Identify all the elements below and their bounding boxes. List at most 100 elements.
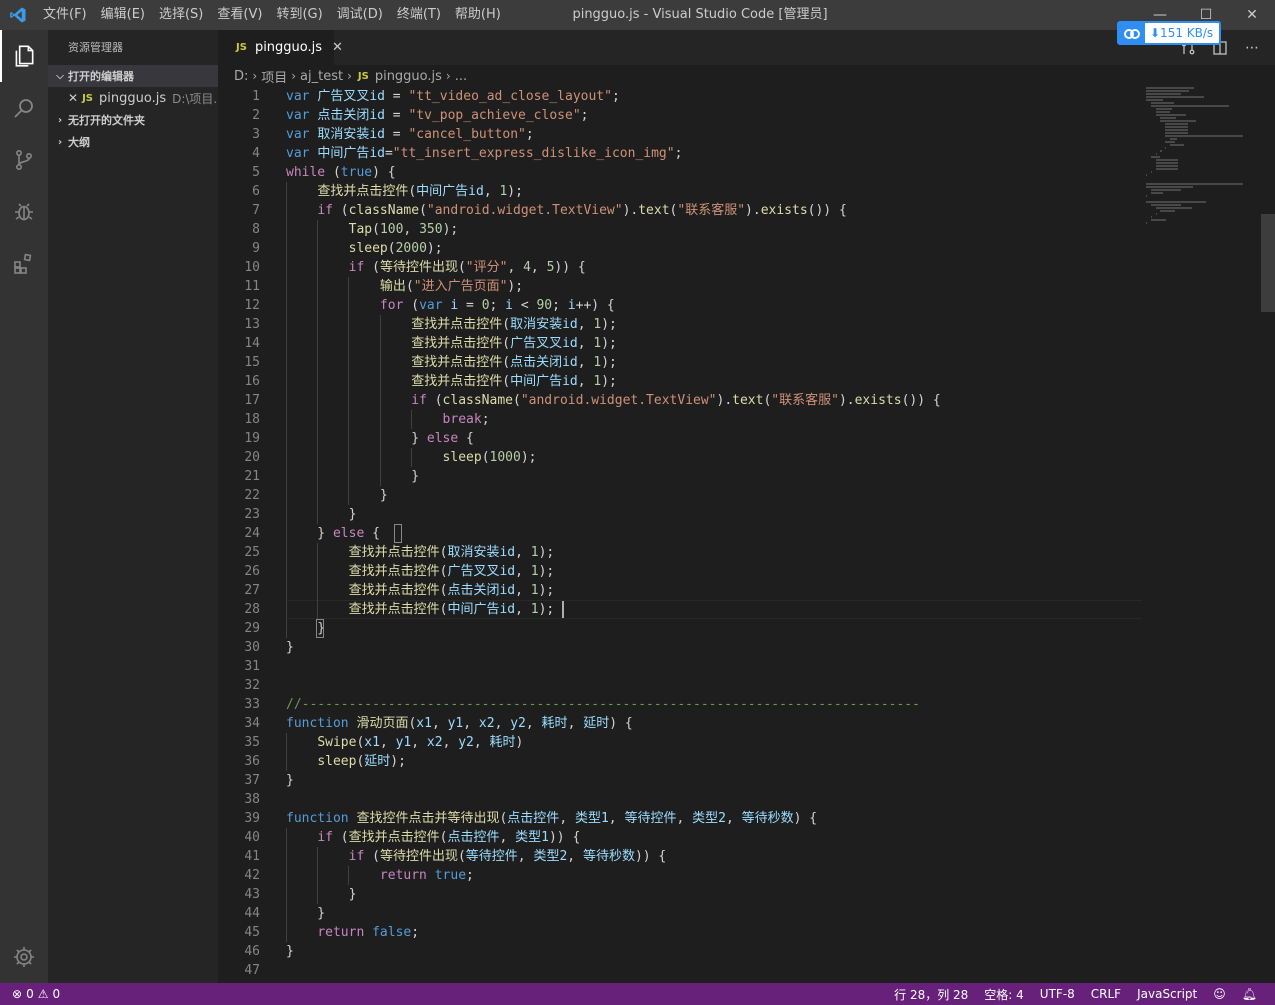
menu-item[interactable]: 转到(G) bbox=[269, 0, 329, 30]
code-line[interactable]: 28 查找并点击控件(中间广告id, 1); bbox=[218, 600, 1275, 619]
search-icon[interactable] bbox=[0, 82, 48, 134]
explorer-icon[interactable] bbox=[0, 30, 48, 82]
code-line[interactable]: 3 var 取消安装id = "cancel_button"; bbox=[218, 125, 1275, 144]
cursor-position[interactable]: 行 28，列 28 bbox=[886, 986, 976, 1003]
code-line[interactable]: 27 查找并点击控件(点击关闭id, 1); bbox=[218, 581, 1275, 600]
line-ending[interactable]: CRLF bbox=[1083, 987, 1129, 1001]
code-line[interactable]: 14 查找并点击控件(广告叉叉id, 1); bbox=[218, 334, 1275, 353]
line-number: 46 bbox=[244, 944, 260, 959]
code-line[interactable]: 2 var 点击关闭id = "tv_pop_achieve_close"; bbox=[218, 106, 1275, 125]
code-line[interactable]: 6 查找并点击控件(中间广告id, 1); bbox=[218, 182, 1275, 201]
breadcrumb-subfolder[interactable]: aj_test bbox=[300, 69, 343, 84]
code-line[interactable]: 17 if (className("android.widget.TextVie… bbox=[218, 391, 1275, 410]
code-line[interactable]: 36 sleep(延时); bbox=[218, 752, 1275, 771]
feedback-icon[interactable]: ☺ bbox=[1205, 987, 1234, 1001]
tab-close-icon[interactable]: ✕ bbox=[332, 40, 343, 55]
no-folder-section[interactable]: › 无打开的文件夹 bbox=[48, 109, 218, 131]
chevron-right-icon: › bbox=[291, 69, 297, 83]
language-mode[interactable]: JavaScript bbox=[1129, 987, 1205, 1001]
code-line[interactable]: 43 } bbox=[218, 885, 1275, 904]
line-number: 15 bbox=[244, 355, 260, 370]
menu-item[interactable]: 编辑(E) bbox=[94, 0, 152, 30]
line-number: 7 bbox=[252, 203, 260, 218]
code-line[interactable]: 15 查找并点击控件(点击关闭id, 1); bbox=[218, 353, 1275, 372]
tab-pingguo-js[interactable]: JS pingguo.js ✕ bbox=[218, 30, 343, 65]
code-line[interactable]: 9 sleep(2000); bbox=[218, 239, 1275, 258]
code-line[interactable]: 1 var 广告叉叉id = "tt_video_ad_close_layout"… bbox=[218, 87, 1275, 106]
code-text: while (true) { bbox=[286, 165, 396, 180]
line-number: 24 bbox=[244, 526, 260, 541]
code-line[interactable]: 47 bbox=[218, 961, 1275, 980]
code-line[interactable]: 24 } else { bbox=[218, 524, 1275, 543]
code-line[interactable]: 21 } bbox=[218, 467, 1275, 486]
code-line[interactable]: 35 Swipe(x1, y1, x2, y2, 耗时) bbox=[218, 733, 1275, 752]
line-number: 9 bbox=[252, 241, 260, 256]
code-line[interactable]: 46} bbox=[218, 942, 1275, 961]
menu-item[interactable]: 选择(S) bbox=[152, 0, 210, 30]
code-line[interactable]: 23 } bbox=[218, 505, 1275, 524]
code-line[interactable]: 45 return false; bbox=[218, 923, 1275, 942]
code-line[interactable]: 37} bbox=[218, 771, 1275, 790]
menu-item[interactable]: 文件(F) bbox=[36, 0, 94, 30]
open-editor-item[interactable]: ✕ JS pingguo.js D:\项目... bbox=[48, 87, 218, 109]
breadcrumb-symbol[interactable]: ... bbox=[455, 69, 467, 84]
code-line[interactable]: 26 查找并点击控件(广告叉叉id, 1); bbox=[218, 562, 1275, 581]
code-line[interactable]: 5 while (true) { bbox=[218, 163, 1275, 182]
line-number: 25 bbox=[244, 545, 260, 560]
outline-section[interactable]: › 大纲 bbox=[48, 131, 218, 153]
code-text: var 广告叉叉id = "tt_video_ad_close_layout"; bbox=[286, 89, 620, 104]
debug-icon[interactable] bbox=[0, 186, 48, 238]
code-line[interactable]: 30} bbox=[218, 638, 1275, 657]
bell-icon[interactable]: 🔔︎ bbox=[1234, 987, 1265, 1001]
code-line[interactable]: 34 function 滑动页面(x1, y1, x2, y2, 耗时, 延时) … bbox=[218, 714, 1275, 733]
more-actions-icon[interactable]: ⋯ bbox=[1243, 39, 1261, 57]
code-line[interactable]: 31 bbox=[218, 657, 1275, 676]
code-line[interactable]: 7 if (className("android.widget.TextView… bbox=[218, 201, 1275, 220]
code-line[interactable]: 25 查找并点击控件(取消安装id, 1); bbox=[218, 543, 1275, 562]
menu-item[interactable]: 查看(V) bbox=[210, 0, 269, 30]
code-line[interactable]: 41 if (等待控件出现(等待控件, 类型2, 等待秒数)) { bbox=[218, 847, 1275, 866]
code-line[interactable]: 39 function 查找控件点击并等待出现(点击控件, 类型1, 等待控件, … bbox=[218, 809, 1275, 828]
line-number: 2 bbox=[252, 108, 260, 123]
code-line[interactable]: 18 break; bbox=[218, 410, 1275, 429]
code-line[interactable]: 13 查找并点击控件(取消安装id, 1); bbox=[218, 315, 1275, 334]
network-speed-badge[interactable]: ⬇151 KB/s bbox=[1117, 21, 1221, 45]
cloud-icon bbox=[1119, 23, 1145, 43]
code-line[interactable]: 38 bbox=[218, 790, 1275, 809]
breadcrumb-file[interactable]: pingguo.js bbox=[375, 69, 442, 84]
chevron-right-icon: › bbox=[57, 114, 63, 126]
code-line[interactable]: 33 //------------------------------------… bbox=[218, 695, 1275, 714]
menu-item[interactable]: 帮助(H) bbox=[448, 0, 508, 30]
code-line[interactable]: 22 } bbox=[218, 486, 1275, 505]
extensions-icon[interactable] bbox=[0, 238, 48, 290]
close-button[interactable]: ✕ bbox=[1229, 0, 1275, 30]
code-line[interactable]: 16 查找并点击控件(中间广告id, 1); bbox=[218, 372, 1275, 391]
encoding[interactable]: UTF-8 bbox=[1032, 987, 1083, 1001]
code-editor[interactable]: 1 var 广告叉叉id = "tt_video_ad_close_layout"… bbox=[218, 87, 1275, 983]
code-line[interactable]: 20 sleep(1000); bbox=[218, 448, 1275, 467]
code-line[interactable]: 40 if (查找并点击控件(点击控件, 类型1)) { bbox=[218, 828, 1275, 847]
settings-gear-icon[interactable] bbox=[0, 931, 48, 983]
code-line[interactable]: 29 } bbox=[218, 619, 1275, 638]
code-line[interactable]: 32 bbox=[218, 676, 1275, 695]
problems-indicator[interactable]: ⊗ 0 ⚠ 0 bbox=[0, 987, 60, 1001]
source-control-icon[interactable] bbox=[0, 134, 48, 186]
code-line[interactable]: 19 } else { bbox=[218, 429, 1275, 448]
close-icon[interactable]: ✕ bbox=[68, 91, 78, 105]
menu-item[interactable]: 终端(T) bbox=[390, 0, 448, 30]
chevron-right-icon: › bbox=[445, 69, 451, 83]
code-line[interactable]: 4 var 中间广告id="tt_insert_express_dislike_i… bbox=[218, 144, 1275, 163]
indentation[interactable]: 空格: 4 bbox=[976, 986, 1032, 1003]
line-number: 8 bbox=[252, 222, 260, 237]
breadcrumb-folder[interactable]: 项目 bbox=[261, 67, 287, 86]
code-line[interactable]: 12 for (var i = 0; i < 90; i++) { bbox=[218, 296, 1275, 315]
code-line[interactable]: 8 Tap(100, 350); bbox=[218, 220, 1275, 239]
chevron-right-icon: › bbox=[252, 69, 258, 83]
code-line[interactable]: 11 输出("进入广告页面"); bbox=[218, 277, 1275, 296]
breadcrumb-drive[interactable]: D: bbox=[234, 69, 248, 84]
menu-item[interactable]: 调试(D) bbox=[330, 0, 390, 30]
code-line[interactable]: 44 } bbox=[218, 904, 1275, 923]
open-editors-section[interactable]: ⌵ 打开的编辑器 bbox=[48, 65, 218, 87]
code-line[interactable]: 42 return true; bbox=[218, 866, 1275, 885]
code-line[interactable]: 10 if (等待控件出现("评分", 4, 5)) { bbox=[218, 258, 1275, 277]
